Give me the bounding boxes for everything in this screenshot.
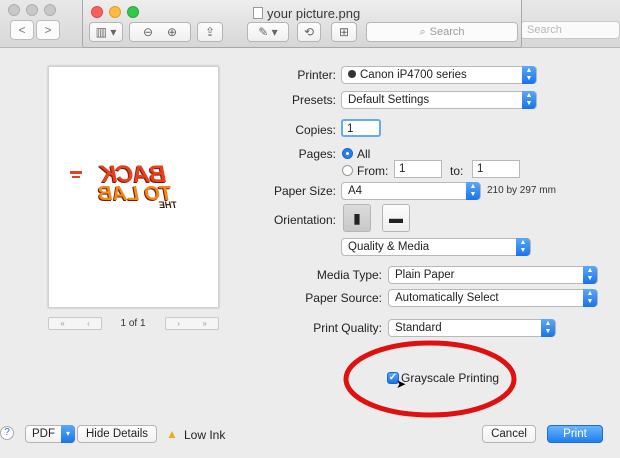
back-to-lab-logo: BACK TO LAB THE [70, 161, 198, 217]
toolbox-button[interactable]: ⊞ [331, 22, 357, 42]
logo-streak [70, 171, 82, 174]
paper-size-dimensions: 210 by 297 mm [487, 185, 556, 196]
pages-all-radio[interactable] [342, 148, 353, 159]
paper-size-value: A4 [348, 185, 363, 197]
orientation-label: Orientation: [273, 213, 336, 227]
rotate-button[interactable]: ⟲ [297, 22, 321, 42]
printer-status-icon [348, 70, 356, 78]
pages-to-label: to: [450, 164, 464, 178]
search-icon: ⌕ [419, 25, 426, 38]
print-preview-page: BACK TO LAB THE [48, 66, 219, 308]
printer-select[interactable]: Canon iP4700 series ▲ ▼ [341, 66, 537, 84]
pages-to-input[interactable]: 1 [472, 160, 520, 178]
copies-label: Copies: [295, 123, 336, 137]
print-button[interactable]: Print [547, 425, 603, 443]
section-value: Quality & Media [348, 241, 430, 253]
media-type-select[interactable]: Plain Paper ▲ ▼ [388, 266, 598, 284]
paper-source-label: Paper Source: [305, 291, 382, 305]
search-input[interactable]: ⌕ Search [366, 22, 518, 42]
page-back-controls[interactable]: «‹ [48, 317, 102, 330]
pages-label: Pages: [298, 147, 336, 161]
zoom-in-icon[interactable]: ⊕ [167, 25, 177, 39]
presets-select[interactable]: Default Settings ▲ ▼ [341, 91, 537, 109]
printer-value: Canon iP4700 series [360, 69, 467, 81]
preview-window-toolbar: your picture.png ▥ ▾ ⊖ ⊕ ⇪ ✎ ▾ ⟲ ⊞ ⌕ Sea… [82, 0, 522, 48]
close-light[interactable] [8, 4, 20, 16]
minimize-button[interactable] [109, 6, 121, 18]
rotate-icon: ⟲ [303, 25, 315, 39]
copies-input[interactable]: 1 [341, 119, 381, 137]
updown-chevron-icon: ▲ ▼ [522, 66, 536, 84]
printer-label: Printer: [297, 68, 336, 82]
media-type-value: Plain Paper [395, 269, 455, 281]
document-icon [253, 7, 263, 19]
zoom-light[interactable] [44, 4, 56, 16]
back-button[interactable]: < [10, 20, 34, 40]
section-select[interactable]: Quality & Media ▲ ▼ [341, 238, 531, 256]
zoom-controls[interactable]: ⊖ ⊕ [129, 22, 191, 42]
pages-from-input[interactable]: 1 [394, 160, 442, 178]
low-ink-status: Low Ink [184, 428, 226, 442]
updown-chevron-icon: ▲ ▼ [583, 289, 597, 307]
print-quality-value: Standard [395, 322, 442, 334]
pdf-label: PDF [32, 428, 55, 440]
warning-icon: ▲ [166, 427, 178, 441]
back-icon: < [18, 23, 26, 37]
annotation-circle [343, 340, 517, 418]
zoom-button[interactable] [127, 6, 139, 18]
close-button[interactable] [91, 6, 103, 18]
markup-button[interactable]: ✎ ▾ [247, 22, 289, 42]
minimize-light[interactable] [26, 4, 38, 16]
last-page-icon[interactable]: » [202, 319, 206, 328]
page-indicator: 1 of 1 [120, 318, 146, 329]
window-title-text: your picture.png [267, 5, 361, 21]
window-title: your picture.png [253, 5, 360, 21]
cancel-button[interactable]: Cancel [482, 425, 536, 443]
forward-icon: > [44, 23, 52, 37]
updown-chevron-icon: ▲ ▼ [522, 91, 536, 109]
next-page-icon[interactable]: › [177, 319, 180, 328]
chevron-down-icon: ▾ [61, 425, 75, 443]
first-page-icon[interactable]: « [60, 319, 64, 328]
portrait-icon: ▮ [353, 209, 361, 226]
print-quality-label: Print Quality: [313, 321, 382, 335]
forward-button[interactable]: > [36, 20, 60, 40]
share-icon: ⇪ [204, 25, 216, 39]
paper-size-label: Paper Size: [273, 184, 336, 198]
print-quality-select[interactable]: Standard ▲ ▼ [388, 319, 556, 337]
updown-chevron-icon: ▲ ▼ [466, 182, 480, 200]
previous-page-icon[interactable]: ‹ [87, 319, 90, 328]
toolbox-icon: ⊞ [338, 25, 350, 39]
zoom-out-icon[interactable]: ⊖ [143, 25, 153, 39]
paper-source-value: Automatically Select [395, 292, 499, 304]
sidebar-icon: ▥ ▾ [95, 25, 117, 39]
pdf-button[interactable]: PDF ▾ [25, 425, 75, 443]
updown-chevron-icon: ▲ ▼ [541, 319, 555, 337]
pages-all-label: All [357, 147, 371, 161]
presets-value: Default Settings [348, 94, 430, 106]
pages-from-radio[interactable] [342, 165, 353, 176]
page-forward-controls[interactable]: ›» [165, 317, 219, 330]
background-search-input[interactable]: Search [520, 21, 620, 39]
hide-details-button[interactable]: Hide Details [77, 425, 157, 443]
landscape-icon: ▬ [389, 210, 403, 226]
updown-chevron-icon: ▲ ▼ [583, 266, 597, 284]
presets-label: Presets: [291, 93, 336, 107]
sidebar-toggle-button[interactable]: ▥ ▾ [89, 22, 123, 42]
paper-size-select[interactable]: A4 ▲ ▼ [341, 182, 481, 200]
pages-from-label: From: [357, 164, 389, 178]
paper-source-select[interactable]: Automatically Select ▲ ▼ [388, 289, 598, 307]
updown-chevron-icon: ▲ ▼ [516, 238, 530, 256]
pen-icon: ✎ ▾ [258, 25, 278, 39]
media-type-label: Media Type: [316, 268, 382, 282]
search-placeholder: Search [429, 26, 465, 38]
portrait-orientation-button[interactable]: ▮ [343, 204, 371, 232]
share-button[interactable]: ⇪ [197, 22, 223, 42]
logo-streak [72, 176, 80, 178]
landscape-orientation-button[interactable]: ▬ [382, 204, 410, 232]
help-button[interactable]: ? [0, 426, 14, 440]
